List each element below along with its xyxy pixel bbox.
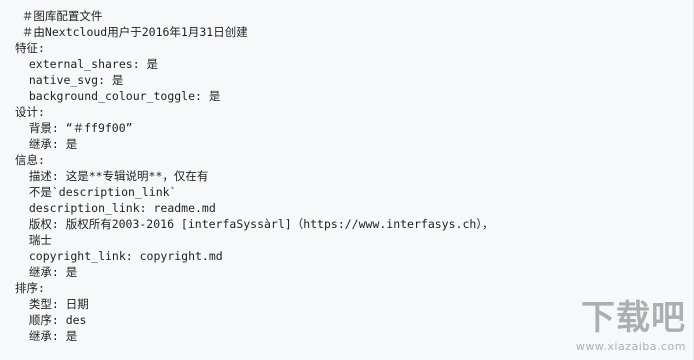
code-line: 不是`description_link` [15, 185, 177, 199]
code-line: 信息: [15, 153, 45, 167]
code-line: background_colour_toggle: 是 [15, 89, 221, 103]
code-line: 继承: 是 [15, 265, 78, 279]
code-line: external_shares: 是 [15, 57, 159, 71]
watermark-logo: 下载吧 www.xiazaiba.com [558, 298, 686, 356]
code-line: 设计: [15, 105, 45, 119]
code-line: 排序: [15, 281, 45, 295]
code-line: 瑞士 [15, 233, 52, 247]
code-line: ＃由Nextcloud用户于2016年1月31日创建 [15, 25, 248, 39]
code-line: description_link: readme.md [15, 201, 216, 215]
watermark-caption: www.xiazaiba.com [575, 340, 686, 353]
code-line: 继承: 是 [15, 137, 78, 151]
code-line: ＃图库配置文件 [15, 9, 103, 23]
config-code-block: ＃图库配置文件 ＃由Nextcloud用户于2016年1月31日创建 特征: ex… [0, 0, 693, 344]
code-line: 特征: [15, 41, 45, 55]
code-line: copyright_link: copyright.md [15, 249, 223, 263]
code-line: 描述: 这是**专辑说明**，仅在有 [15, 169, 209, 183]
watermark-glyphs: 下载吧 [581, 298, 686, 338]
code-line: 背景: “＃ff9f00” [15, 121, 133, 135]
code-line: native_svg: 是 [15, 73, 124, 87]
code-line: 版权: 版权所有2003-2016 [interfaSyssàrl]（https… [15, 217, 494, 231]
